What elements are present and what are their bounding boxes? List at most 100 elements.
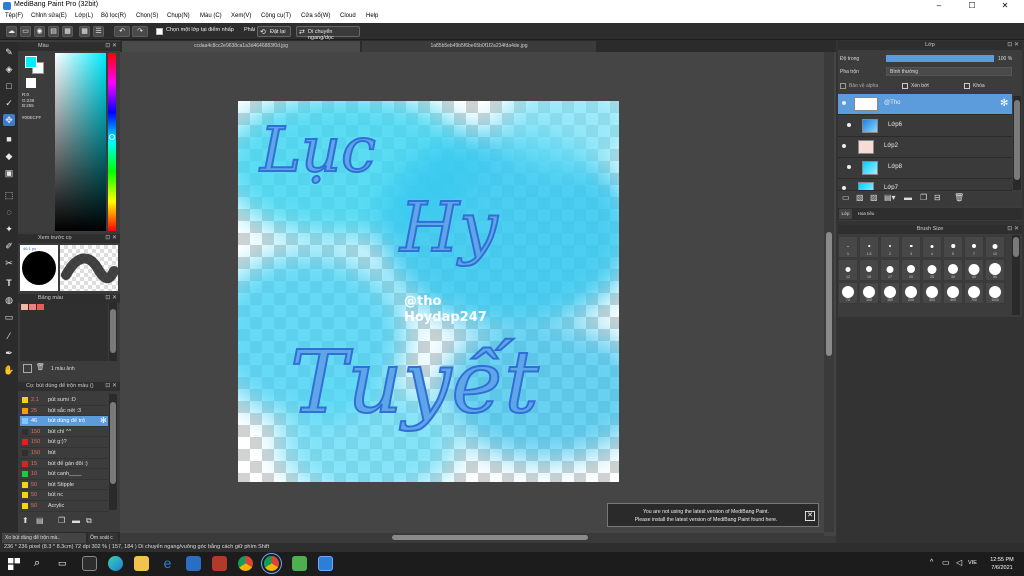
notification-line-2[interactable]: Please install the latest version of Med… (614, 516, 798, 524)
text-tool-icon[interactable]: T (3, 277, 15, 289)
new-layer-icon[interactable]: ▭ (842, 193, 850, 202)
layer-row-lop7[interactable]: Lớp7 (838, 179, 1012, 191)
layer-row-lop8[interactable]: Lớp8 (838, 158, 1012, 179)
artwork-canvas[interactable]: Lục Hy Tuyết @tho Hoydap247 (238, 101, 619, 482)
brush-size-cell[interactable]: 20 (901, 259, 921, 281)
brush-copy-icon[interactable]: ❐ (58, 516, 65, 525)
tray-chevron-icon[interactable]: ^ (930, 559, 933, 566)
canvas-vertical-scrollbar[interactable] (824, 52, 834, 532)
ie-icon[interactable]: e (160, 556, 175, 571)
minimize-button[interactable]: – (924, 0, 954, 12)
brush-size-cell[interactable]: 150 (880, 282, 900, 304)
brush-size-cell[interactable]: 70 (838, 282, 858, 304)
menu-file[interactable]: Tệp(F) (5, 13, 23, 19)
palette-swatch[interactable] (29, 304, 36, 310)
divide-tool-icon[interactable]: ▭ (3, 311, 15, 323)
brush-size-cell[interactable]: 25 (922, 259, 942, 281)
fill-rect-tool-icon[interactable]: ■ (3, 133, 15, 145)
brush-size-cell[interactable]: 200 (901, 282, 921, 304)
visibility-icon[interactable] (842, 186, 846, 190)
zalo-icon[interactable] (318, 556, 333, 571)
saturation-value-picker[interactable] (55, 53, 106, 231)
select-eraser-icon[interactable]: ✂ (3, 257, 15, 269)
gradient-tool-icon[interactable]: ▣ (3, 167, 15, 179)
menu-edit[interactable]: Chỉnh sửa(E) (31, 13, 67, 19)
magic-wand-icon[interactable]: ✦ (3, 223, 15, 235)
lock-checkbox[interactable] (964, 83, 970, 89)
panel-controls-icon[interactable]: ⊡ ✕ (105, 294, 117, 303)
hue-handle[interactable] (109, 134, 115, 140)
visibility-icon[interactable] (842, 101, 846, 105)
panel-controls-icon[interactable]: ⊡ ✕ (1007, 225, 1019, 234)
brush-size-cell[interactable]: 300 (922, 282, 942, 304)
tab-document-1[interactable]: ccdaa4c8cc2e9638ca1a3d4646883f0d.jpg (122, 41, 360, 52)
visibility-icon[interactable] (847, 165, 851, 169)
pen-icon[interactable]: ✒ (3, 347, 15, 359)
select-layer-checkbox[interactable] (156, 28, 163, 35)
brush-duplicate-icon[interactable]: ⧉ (86, 516, 92, 526)
menu-color[interactable]: Màu (C) (200, 13, 222, 19)
brush-list-item[interactable]: 50 bút Stipple (20, 480, 108, 491)
merge-layer-icon[interactable]: ⊟ (934, 193, 941, 202)
brush-size-cell[interactable]: 700 (964, 282, 984, 304)
protect-alpha-checkbox[interactable] (840, 83, 846, 89)
tab-navigator[interactable]: Hoa tiêu (854, 209, 878, 219)
cloud-icon[interactable]: ☁ (6, 26, 17, 37)
brush-list-item[interactable]: 2.1 pút sumi :D (20, 395, 108, 406)
brush-size-cell[interactable]: 10 (985, 236, 1005, 258)
brush-size-cell[interactable]: 5 (943, 236, 963, 258)
menu-snap[interactable]: Chụp(N) (167, 13, 190, 19)
balloon-tool-icon[interactable]: ◍ (3, 294, 15, 306)
brush-size-cell[interactable]: 17 (880, 259, 900, 281)
clipping-checkbox[interactable] (902, 83, 908, 89)
canvas-horizontal-scrollbar[interactable] (120, 533, 824, 542)
new-file-icon[interactable]: ▭ (20, 26, 31, 37)
brush-size-scrollbar[interactable] (1012, 235, 1020, 315)
brush-list-item[interactable]: 150 bút g:)? (20, 437, 108, 448)
menu-view[interactable]: Xem(V) (231, 13, 251, 19)
brush-list-item[interactable]: 46 bút dùng để trộ ✻ (20, 416, 108, 427)
brush-list-item[interactable]: 50 bút nc (20, 490, 108, 501)
palette-swatch[interactable] (37, 304, 44, 310)
brush-size-cell[interactable]: 50 (985, 259, 1005, 281)
brush-size-cell[interactable]: 400 (943, 282, 963, 304)
windows-start-icon[interactable] (8, 558, 20, 570)
opacity-slider[interactable] (886, 55, 994, 62)
eraser-tool-icon[interactable]: ◈ (3, 63, 15, 75)
save-icon[interactable]: ▤ (48, 26, 59, 37)
language-indicator[interactable]: VIE (968, 560, 977, 566)
brush-add-icon[interactable]: ⬆ (22, 516, 29, 525)
move-tool-icon[interactable]: ✥ (3, 114, 15, 126)
lasso-tool-icon[interactable]: ◌ (3, 206, 15, 218)
brush-size-cell[interactable]: 1000 (985, 282, 1005, 304)
folder-icon[interactable]: ▬ (904, 193, 912, 202)
chrome-active-icon[interactable] (264, 556, 279, 571)
delete-layer-icon[interactable]: 🗑 (954, 193, 964, 202)
undo-icon[interactable]: ↶ (114, 26, 130, 37)
redo-icon[interactable]: ↷ (132, 26, 148, 37)
image-icon[interactable]: ▦ (62, 26, 73, 37)
layer-list-scrollbar[interactable] (1013, 96, 1021, 190)
task-view-icon[interactable]: ▭ (58, 558, 67, 569)
chat-icon[interactable]: ◉ (34, 26, 45, 37)
update-notification[interactable]: You are not using the latest version of … (607, 503, 819, 527)
brush-size-cell[interactable]: 15 (859, 259, 879, 281)
palette-delete-icon[interactable]: 🗑 (36, 363, 45, 371)
game-icon[interactable] (212, 556, 227, 571)
select-tool-icon[interactable]: ⬚ (3, 189, 15, 201)
move-mode-button[interactable]: ⇄ Di chuyển ngang/dọc (296, 26, 360, 41)
brush-settings-icon[interactable]: ▤ (36, 516, 44, 525)
brush-size-cell[interactable]: 100 (859, 282, 879, 304)
menu-filter[interactable]: Bộ lọc(R) (101, 13, 126, 19)
layer-row-tho[interactable]: @Tho ✻ (838, 94, 1012, 115)
maximize-button[interactable]: ☐ (957, 0, 987, 12)
tab-document-2[interactable]: 1a85b5eb49b5f6be65b0f1f2a234fda4de.jpg (362, 41, 596, 52)
visibility-icon[interactable] (842, 144, 846, 148)
brush-size-cell[interactable]: 12 (838, 259, 858, 281)
transparent-swatch[interactable] (26, 78, 36, 88)
hand-tool-icon[interactable]: ✋ (3, 364, 15, 376)
reset-button[interactable]: ⟲ Đặt lại (257, 26, 291, 37)
eyedropper-icon[interactable]: ⁄ (3, 330, 15, 342)
new-halftone-layer-icon[interactable]: ▧ (856, 193, 864, 202)
brush-size-cell[interactable]: 40 (964, 259, 984, 281)
